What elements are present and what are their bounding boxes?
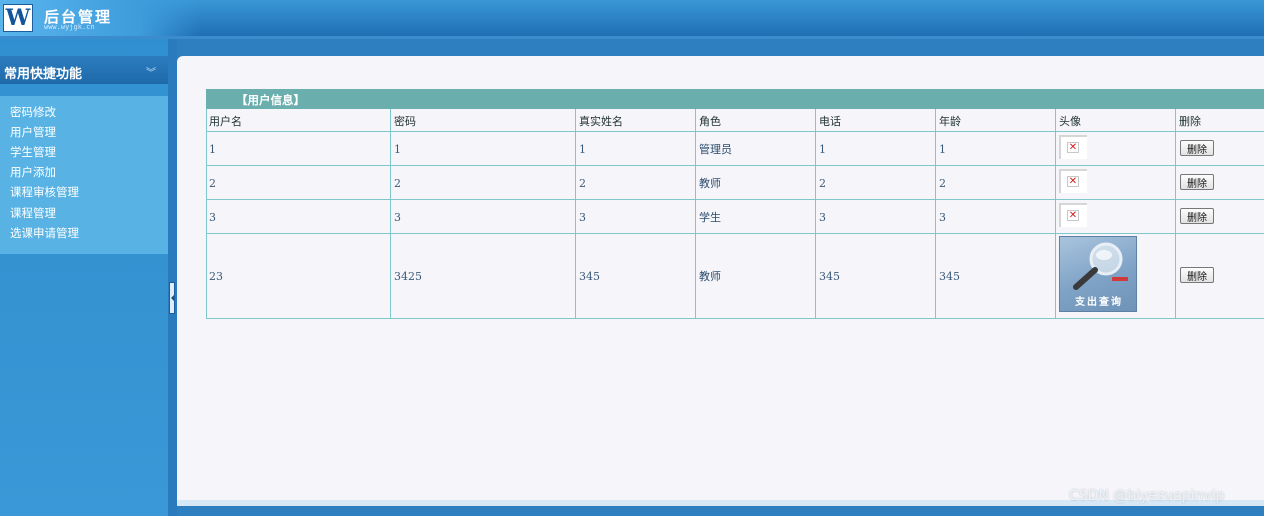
table-divider	[206, 318, 1264, 319]
panel-title: 【用户信息】	[236, 93, 305, 107]
cell-realname: 1	[579, 143, 586, 156]
cell-username: 3	[209, 211, 216, 224]
header-divider	[0, 36, 1264, 39]
cell-age: 2	[939, 177, 946, 190]
cell-role: 教师	[699, 177, 721, 190]
sidebar-item-password-change[interactable]: 密码修改	[10, 104, 56, 120]
broken-image-icon: ✕	[1067, 209, 1079, 221]
chevron-down-icon[interactable]: ︾	[146, 64, 156, 79]
watermark: CSDN @biyezuopinvip	[1069, 488, 1225, 504]
table-divider	[1175, 109, 1176, 319]
sidebar-lower	[0, 254, 168, 516]
footer-bar	[177, 506, 1264, 516]
cell-realname: 3	[579, 211, 586, 224]
cell-password: 3425	[394, 270, 422, 283]
table-divider	[206, 165, 1264, 166]
cell-role: 管理员	[699, 143, 732, 156]
avatar: ✕	[1059, 203, 1087, 227]
sidebar-item-user-management[interactable]: 用户管理	[10, 124, 56, 140]
column-header-avatar: 头像	[1059, 115, 1081, 128]
magnifier-icon	[1073, 242, 1128, 290]
sidebar-item-course-selection[interactable]: 选课申请管理	[10, 225, 79, 241]
broken-image-icon: ✕	[1067, 175, 1079, 187]
table-divider	[206, 199, 1264, 200]
panel-title-bar: 【用户信息】	[206, 89, 1264, 109]
cell-username: 23	[209, 270, 223, 283]
column-header-realname: 真实姓名	[579, 115, 623, 128]
table-divider	[695, 109, 696, 319]
table-divider	[206, 131, 1264, 132]
delete-button[interactable]: 删除	[1180, 208, 1214, 224]
cell-realname: 2	[579, 177, 586, 190]
cell-age: 3	[939, 211, 946, 224]
cell-role: 学生	[699, 211, 721, 224]
top-header	[0, 0, 1264, 36]
sidebar-item-course-management[interactable]: 课程管理	[10, 205, 56, 221]
table-divider	[815, 109, 816, 319]
sidebar-item-user-add[interactable]: 用户添加	[10, 164, 56, 180]
delete-button[interactable]: 删除	[1180, 174, 1214, 190]
logo-letter: W	[5, 5, 31, 31]
table-divider	[1055, 109, 1056, 319]
column-header-username: 用户名	[209, 115, 242, 128]
cell-role: 教师	[699, 270, 721, 283]
table-divider	[206, 233, 1264, 234]
sidebar-item-course-review[interactable]: 课程审核管理	[10, 184, 79, 200]
table-divider	[575, 109, 576, 319]
sidebar-section-title: 常用快捷功能	[4, 67, 83, 82]
sidebar-menu: 密码修改 用户管理 学生管理 用户添加 课程审核管理 课程管理 选课申请管理	[0, 96, 168, 254]
avatar: ✕	[1059, 135, 1087, 159]
column-header-age: 年龄	[939, 115, 961, 128]
table-divider	[206, 109, 207, 319]
column-header-password: 密码	[394, 115, 416, 128]
table-divider	[390, 109, 391, 319]
cell-password: 2	[394, 177, 401, 190]
app-subtitle: www.wyjgk.cn	[44, 23, 95, 31]
cell-phone: 345	[819, 270, 840, 283]
sidebar-section-header[interactable]: 常用快捷功能 ︾	[0, 56, 168, 84]
avatar: ✕	[1059, 169, 1087, 193]
panel-splitter	[168, 39, 177, 516]
column-header-delete: 删除	[1179, 115, 1201, 128]
cell-username: 2	[209, 177, 216, 190]
avatar-image: 支出查询	[1059, 236, 1137, 312]
logo: W	[3, 4, 33, 32]
cell-password: 1	[394, 143, 401, 156]
avatar-caption: 支出查询	[1075, 297, 1123, 308]
broken-image-icon: ✕	[1067, 141, 1079, 153]
cell-age: 345	[939, 270, 960, 283]
delete-button[interactable]: 删除	[1180, 140, 1214, 156]
cell-phone: 2	[819, 177, 826, 190]
chevron-left-icon	[170, 295, 174, 301]
column-header-phone: 电话	[819, 115, 841, 128]
cell-phone: 3	[819, 211, 826, 224]
collapse-sidebar-handle[interactable]	[169, 282, 175, 314]
cell-phone: 1	[819, 143, 826, 156]
column-header-role: 角色	[699, 115, 721, 128]
cell-realname: 345	[579, 270, 600, 283]
table-divider	[935, 109, 936, 319]
cell-password: 3	[394, 211, 401, 224]
delete-button[interactable]: 删除	[1180, 267, 1214, 283]
cell-username: 1	[209, 143, 216, 156]
sidebar-item-student-management[interactable]: 学生管理	[10, 144, 56, 160]
cell-age: 1	[939, 143, 946, 156]
